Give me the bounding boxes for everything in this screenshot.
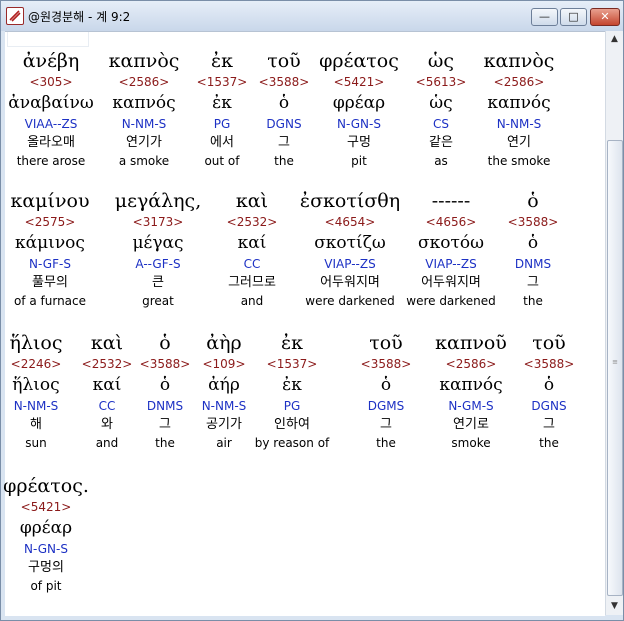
korean-gloss: 연기 (507, 135, 531, 150)
minimize-button[interactable]: — (531, 8, 558, 26)
korean-gloss: 구멍의 (28, 560, 64, 575)
lemma-word: καπνός (487, 93, 551, 113)
greek-word: καὶ (235, 190, 269, 212)
greek-word: καμίνου (10, 190, 90, 212)
english-gloss: were darkened (305, 294, 395, 308)
korean-gloss: 그 (527, 275, 539, 290)
korean-gloss: 그러므로 (228, 275, 276, 290)
close-button[interactable]: ✕ (590, 8, 620, 26)
app-icon[interactable] (6, 7, 24, 25)
parse-code: N-GN-S (24, 542, 68, 556)
greek-word: καπνὸς (483, 50, 555, 72)
parse-code: N-NM-S (496, 117, 542, 131)
scroll-down-arrow-icon[interactable]: ▼ (606, 598, 623, 615)
strong-number[interactable]: <2575> (0, 214, 105, 230)
window-title: @원경분해 - 계 9:2 (28, 10, 131, 24)
grip-icon: ≡ (612, 358, 618, 366)
parse-code: N-GF-S (29, 257, 71, 271)
interlinear-panel: ἀνέβη <305> ἀναβαίνω VIAA--ZS 올라오매 there aros… (3, 31, 605, 616)
english-gloss: the smoke (487, 154, 551, 168)
lemma-word: καί (237, 233, 267, 253)
greek-word: φρέατος. (3, 475, 89, 497)
scrollbar-thumb[interactable]: ≡ (607, 140, 623, 596)
strong-number[interactable]: <3588> (494, 356, 604, 372)
header-blank (7, 32, 89, 47)
parse-code: DGNS (531, 399, 567, 413)
parse-code: DNMS (514, 257, 552, 271)
maximize-button[interactable]: □ (560, 8, 587, 26)
strong-number[interactable]: <2586> (464, 74, 574, 90)
strong-number[interactable]: <5421> (0, 499, 101, 515)
greek-word: τοῦ (532, 332, 566, 354)
korean-gloss: 어두워지며 (320, 275, 380, 290)
lemma-word: κάμινος (15, 233, 85, 253)
app-window: @원경분해 - 계 9:2 — □ ✕ ἀνέβη <305> ἀναβαίνω VI… (0, 0, 624, 621)
english-gloss: the (539, 436, 559, 450)
lemma-word: σκοτίζω (314, 233, 386, 253)
korean-gloss: 그 (543, 417, 555, 432)
greek-word: ὁ (527, 190, 539, 212)
vertical-scrollbar[interactable]: ▲ ≡ ▼ (605, 31, 623, 615)
lemma-word: φρέαρ (19, 518, 73, 538)
lemma-word: ὁ (527, 233, 539, 253)
lemma-word: ὁ (543, 375, 555, 395)
title-bar[interactable]: @원경분해 - 계 9:2 — □ ✕ (1, 1, 623, 31)
parse-code: VIAP--ZS (324, 257, 376, 271)
strong-number[interactable]: <2532> (197, 214, 307, 230)
english-gloss: of a furnace (13, 294, 87, 308)
strong-number[interactable]: <4654> (295, 214, 405, 230)
english-gloss: and (240, 294, 264, 308)
korean-gloss: 풀무의 (32, 275, 68, 290)
scroll-up-arrow-icon[interactable]: ▲ (606, 31, 623, 48)
strong-number[interactable]: <3588> (478, 214, 588, 230)
greek-word: ἐσκοτίσθη (299, 190, 401, 212)
english-gloss: the (523, 294, 543, 308)
english-gloss: of pit (30, 579, 62, 593)
parse-code: CC (243, 257, 261, 271)
